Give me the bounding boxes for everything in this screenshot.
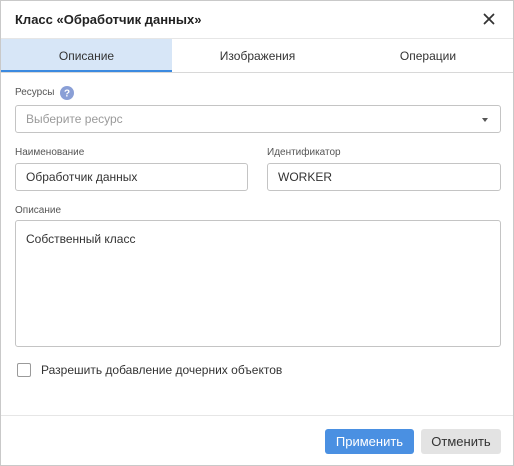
tab-operations[interactable]: Операции <box>343 39 513 72</box>
allow-children-checkbox-row[interactable]: Разрешить добавление дочерних объектов <box>17 362 282 378</box>
resources-select-placeholder: Выберите ресурс <box>26 112 123 126</box>
description-textarea[interactable]: Собственный класс <box>15 220 501 347</box>
allow-children-checkbox[interactable] <box>17 363 31 377</box>
close-icon[interactable] <box>479 9 499 29</box>
svg-text:?: ? <box>64 89 70 100</box>
dialog-header: Класс «Обработчик данных» <box>1 1 513 38</box>
resources-select[interactable]: Выберите ресурс <box>15 105 501 133</box>
tab-description[interactable]: Описание <box>1 39 172 72</box>
allow-children-label: Разрешить добавление дочерних объектов <box>41 363 283 377</box>
name-input[interactable] <box>15 163 248 191</box>
resources-label: Ресурсы <box>15 87 55 98</box>
tab-operations-label: Операции <box>399 48 457 63</box>
name-label: Наименование <box>15 147 85 158</box>
tab-bar: Описание Изображения Операции <box>1 38 513 73</box>
apply-button[interactable]: Применить <box>325 429 414 454</box>
identifier-label: Идентификатор <box>267 147 341 158</box>
tab-images[interactable]: Изображения <box>172 39 343 72</box>
cancel-button[interactable]: Отменить <box>421 429 501 454</box>
tab-description-label: Описание <box>58 48 115 63</box>
tab-images-label: Изображения <box>219 48 296 63</box>
dialog-title: Класс «Обработчик данных» <box>15 12 202 27</box>
description-label: Описание <box>15 205 62 216</box>
identifier-input[interactable] <box>267 163 501 191</box>
footer-divider <box>1 415 513 416</box>
chevron-down-icon <box>482 118 488 122</box>
question-circle-icon[interactable]: ? <box>60 86 74 100</box>
class-dialog: Класс «Обработчик данных» Описание Изобр… <box>0 0 514 466</box>
